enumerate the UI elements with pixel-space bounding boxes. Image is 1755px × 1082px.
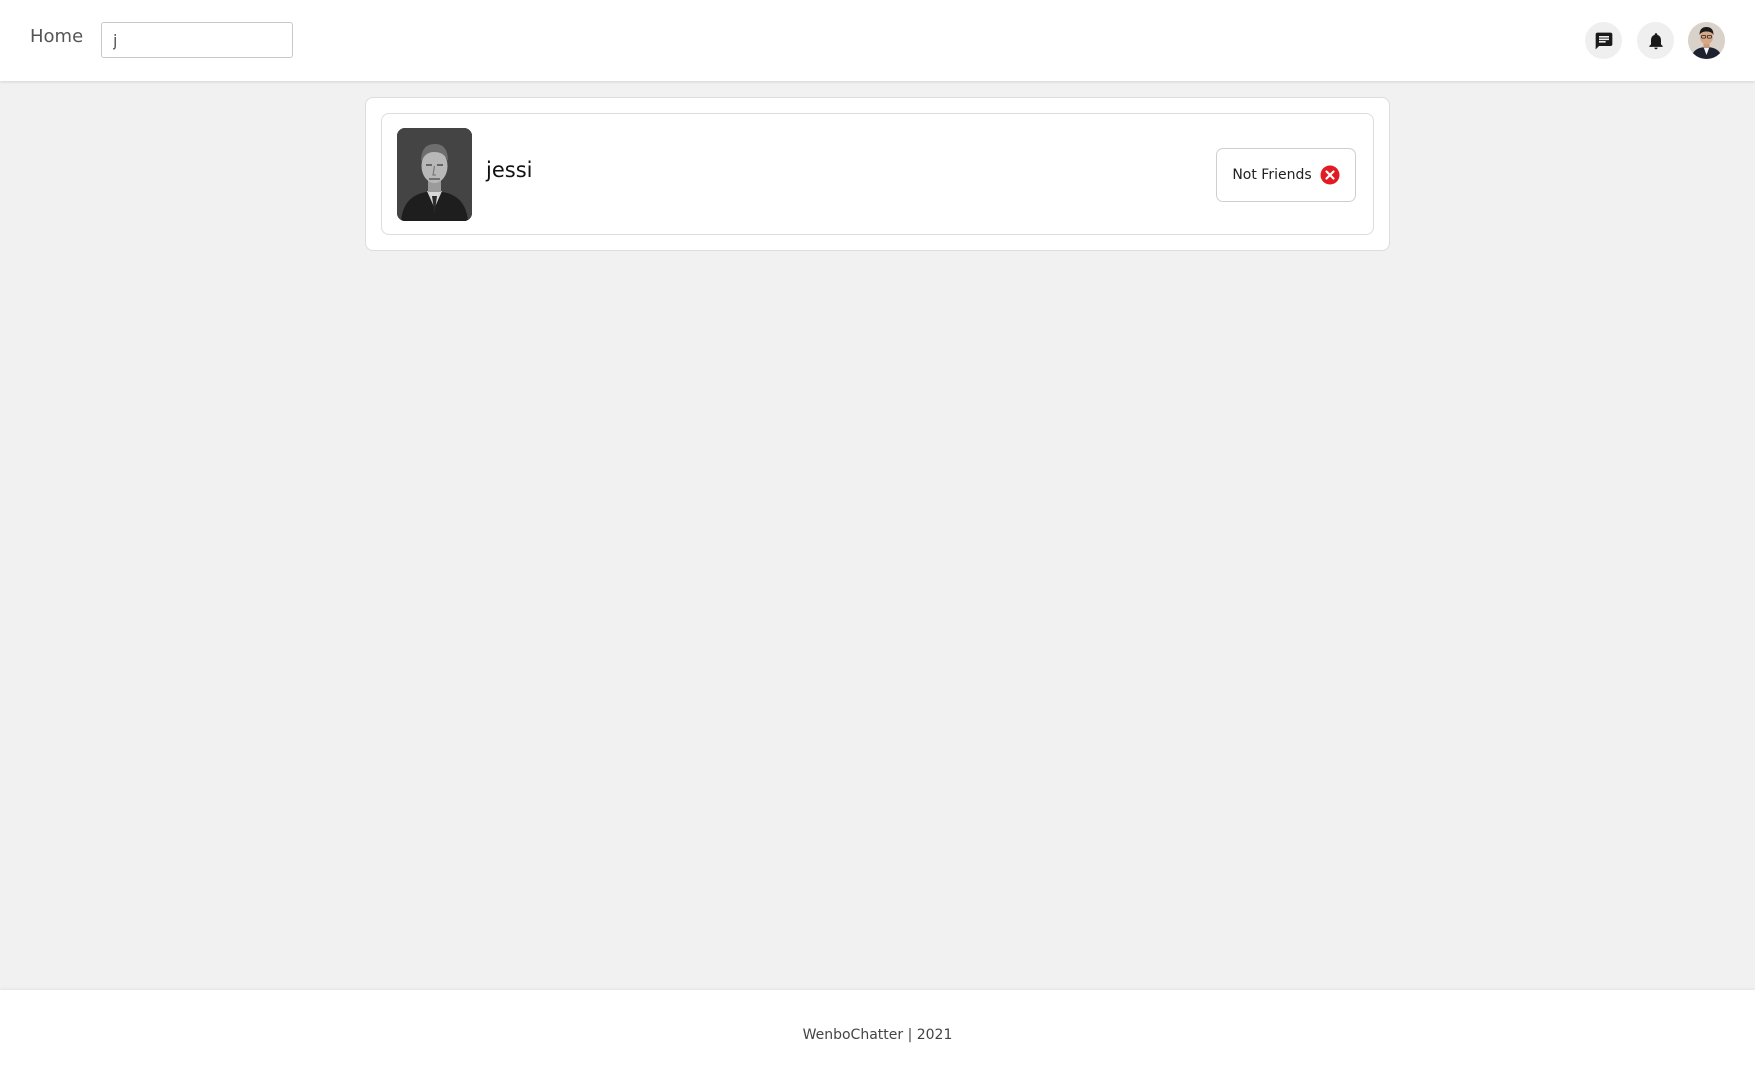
friend-status-label: Not Friends xyxy=(1232,167,1312,183)
friend-status-button[interactable]: Not Friends xyxy=(1216,148,1356,202)
user-name[interactable]: jessi xyxy=(486,158,532,182)
close-circle-icon xyxy=(1320,165,1340,185)
page: Home j jessi Not Friends WenboChatter | … xyxy=(0,0,1755,1082)
user-result-card: jessi Not Friends xyxy=(381,113,1374,235)
bell-icon xyxy=(1648,32,1663,49)
top-navbar: Home xyxy=(0,0,1755,81)
home-link[interactable]: Home xyxy=(30,26,83,47)
user-portrait-image xyxy=(397,128,472,221)
footer-copyright: WenboChatter | 2021 xyxy=(802,1027,953,1043)
footer: WenboChatter | 2021 xyxy=(0,990,1755,1082)
user-avatar[interactable] xyxy=(397,128,472,221)
avatar xyxy=(1688,22,1725,59)
search-results-panel: jessi Not Friends xyxy=(365,97,1390,251)
messages-button[interactable] xyxy=(1585,22,1622,59)
notifications-button[interactable] xyxy=(1637,22,1674,59)
chat-icon xyxy=(1595,32,1612,49)
profile-avatar[interactable] xyxy=(1688,22,1725,59)
search-input[interactable] xyxy=(101,22,293,58)
